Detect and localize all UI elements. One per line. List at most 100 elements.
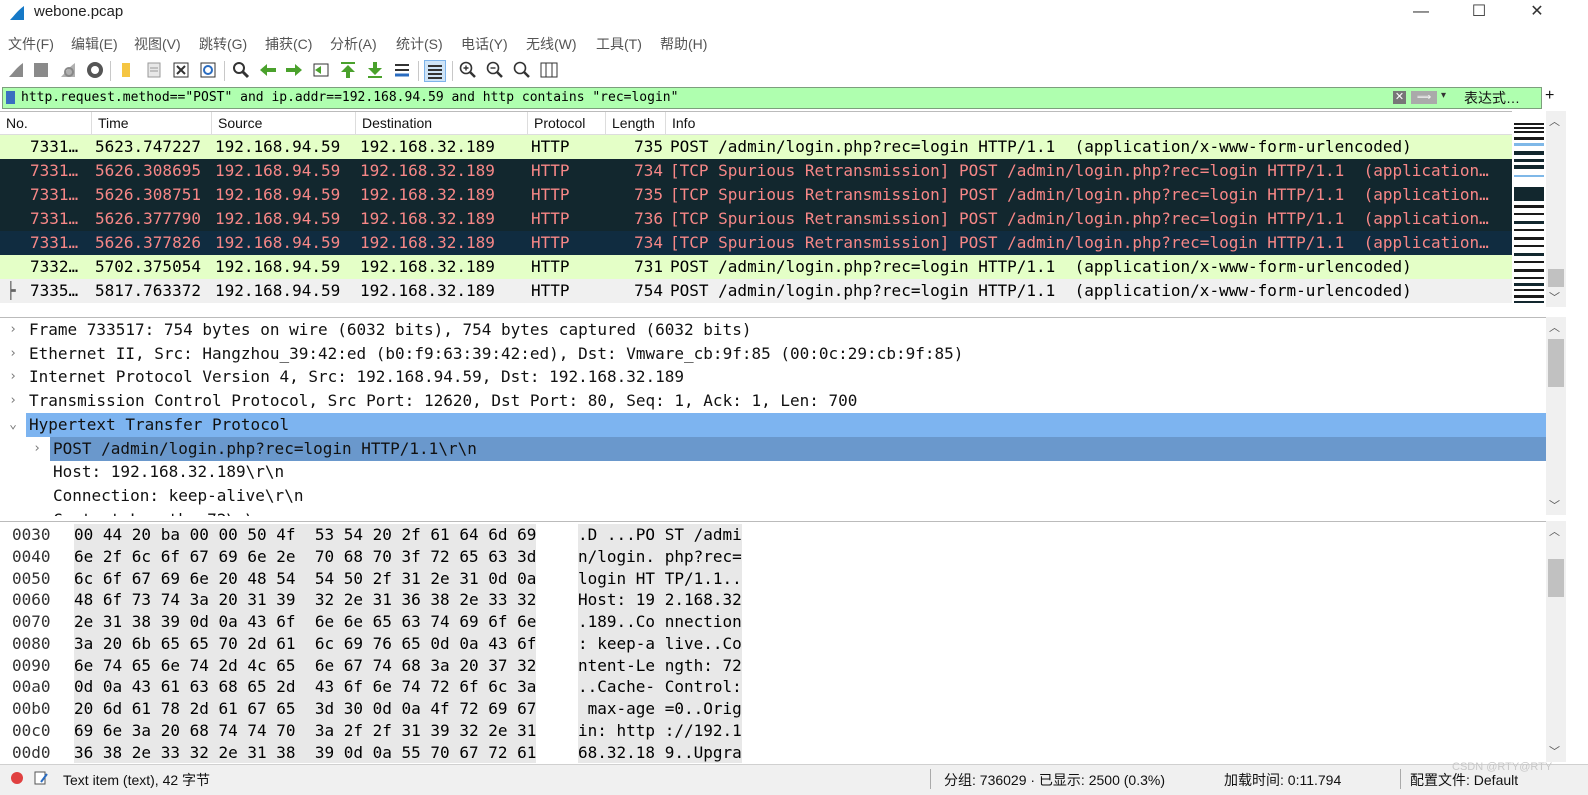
column-header-protocol[interactable]: Protocol: [528, 112, 606, 134]
column-header-length[interactable]: Length: [606, 112, 666, 134]
bytes-row[interactable]: 0030 00 44 20 ba 00 00 50 4f 53 54 20 2f …: [0, 524, 1546, 546]
menu-go[interactable]: 跳转(G): [199, 34, 247, 54]
scroll-up-icon[interactable]: ︿: [1549, 523, 1560, 539]
expand-chevron-right-icon[interactable]: ›: [30, 437, 44, 461]
filter-history-chevron-down-icon[interactable]: ▾: [1441, 90, 1446, 101]
scroll-up-icon[interactable]: ︿: [1549, 113, 1560, 129]
reload-file-icon[interactable]: [198, 60, 218, 80]
expand-chevron-right-icon[interactable]: ›: [30, 508, 44, 516]
bookmark-icon[interactable]: [6, 91, 15, 104]
find-packet-icon[interactable]: [231, 60, 251, 80]
save-file-icon[interactable]: [144, 60, 164, 80]
menu-tools[interactable]: 工具(T): [596, 34, 642, 54]
scrollbar-thumb[interactable]: [1548, 339, 1564, 387]
scroll-down-icon[interactable]: ﹀: [1549, 743, 1560, 759]
bytes-ascii[interactable]: n/login. php?rec=: [578, 545, 742, 568]
apply-filter-icon[interactable]: ⟹: [1411, 91, 1437, 104]
bytes-hex[interactable]: 00 44 20 ba 00 00 50 4f 53 54 20 2f 61 6…: [74, 524, 537, 546]
column-header-time[interactable]: Time: [92, 112, 212, 134]
menu-view[interactable]: 视图(V): [134, 34, 181, 54]
minimize-button[interactable]: —: [1392, 0, 1450, 26]
detail-tree-item[interactable]: › Frame 733517: 754 bytes on wire (6032 b…: [0, 318, 1546, 342]
menu-capture[interactable]: 捕获(C): [265, 34, 312, 54]
packet-row[interactable]: ┝ 7335… 5817.763372 192.168.94.59 192.168.32…: [0, 279, 1512, 303]
menu-edit[interactable]: 编辑(E): [71, 34, 118, 54]
bytes-ascii[interactable]: Host: 19 2.168.32: [578, 589, 742, 612]
details-scrollbar[interactable]: ︿ ﹀: [1546, 317, 1566, 515]
bytes-hex[interactable]: 6c 6f 67 69 6e 20 48 54 54 50 2f 31 2e 3…: [74, 567, 537, 590]
bytes-ascii[interactable]: 68.32.18 9..Upgra: [578, 741, 742, 763]
bytes-hex[interactable]: 6e 2f 6c 6f 67 69 6e 2e 70 68 70 3f 72 6…: [74, 545, 537, 568]
start-capture-icon[interactable]: [6, 60, 26, 80]
menu-statistics[interactable]: 统计(S): [396, 34, 443, 54]
bytes-hex[interactable]: 6e 74 65 6e 74 2d 4c 65 6e 67 74 68 3a 2…: [74, 654, 537, 677]
add-filter-button[interactable]: +: [1545, 87, 1554, 105]
detail-tree-item[interactable]: › Transmission Control Protocol, Src Port…: [0, 389, 1546, 413]
bytes-ascii[interactable]: .189..Co nnection: [578, 611, 742, 633]
go-first-icon[interactable]: [338, 60, 358, 80]
edit-comment-icon[interactable]: [33, 770, 49, 786]
bytes-row[interactable]: 0060 48 6f 73 74 3a 20 31 39 32 2e 31 36 …: [0, 589, 1546, 612]
menu-telephony[interactable]: 电话(Y): [461, 34, 508, 54]
zoom-in-icon[interactable]: [458, 60, 478, 80]
menu-help[interactable]: 帮助(H): [660, 34, 707, 54]
bytes-hex[interactable]: 48 6f 73 74 3a 20 31 39 32 2e 31 36 38 2…: [74, 589, 537, 612]
bytes-ascii[interactable]: in: http ://192.1: [578, 719, 742, 742]
bytes-hex[interactable]: 3a 20 6b 65 65 70 2d 61 6c 69 76 65 0d 0…: [74, 632, 537, 655]
colorize-icon[interactable]: [424, 60, 446, 82]
detail-tree-item[interactable]: › POST /admin/login.php?rec=login HTTP/1.…: [0, 436, 1546, 461]
packet-row[interactable]: 7331… 5623.747227 192.168.94.59 192.168.32.…: [0, 135, 1512, 159]
packet-row[interactable]: 7332… 5702.375054 192.168.94.59 192.168.32.…: [0, 255, 1512, 279]
bytes-scrollbar[interactable]: ︿ ﹀: [1546, 521, 1566, 762]
maximize-button[interactable]: ☐: [1450, 0, 1508, 26]
detail-tree-item[interactable]: Connection: keep-alive\r\n: [0, 484, 1546, 508]
packet-list-scrollbar[interactable]: ︿ ﹀: [1546, 111, 1566, 307]
go-back-icon[interactable]: [258, 60, 278, 80]
autoscroll-icon[interactable]: [392, 60, 412, 80]
column-header-no[interactable]: No.: [0, 112, 92, 134]
close-button[interactable]: ✕: [1508, 0, 1566, 26]
bytes-row[interactable]: 0040 6e 2f 6c 6f 67 69 6e 2e 70 68 70 3f …: [0, 545, 1546, 568]
expand-chevron-right-icon[interactable]: ›: [6, 389, 20, 413]
scrollbar-thumb[interactable]: [1548, 559, 1564, 597]
bytes-hex[interactable]: 0d 0a 43 61 63 68 65 2d 43 6f 6e 74 72 6…: [74, 676, 537, 699]
restart-capture-icon[interactable]: [58, 60, 78, 80]
scroll-up-icon[interactable]: ︿: [1549, 319, 1560, 335]
capture-options-icon[interactable]: [85, 60, 105, 80]
bytes-row[interactable]: 00c0 69 6e 3a 20 68 74 74 70 3a 2f 2f 31 …: [0, 719, 1546, 742]
close-file-icon[interactable]: [171, 60, 191, 80]
bytes-row[interactable]: 0090 6e 74 65 6e 74 2d 4c 65 6e 67 74 68 …: [0, 654, 1546, 677]
bytes-ascii[interactable]: ..Cache- Control:: [578, 676, 742, 699]
menu-wireless[interactable]: 无线(W): [526, 34, 577, 54]
packet-row[interactable]: 7331… 5626.377790 192.168.94.59 192.168.32.…: [0, 207, 1512, 231]
column-header-source[interactable]: Source: [212, 112, 356, 134]
bytes-hex[interactable]: 20 6d 61 78 2d 61 67 65 3d 30 0d 0a 4f 7…: [74, 698, 537, 720]
expand-chevron-right-icon[interactable]: ›: [6, 365, 20, 389]
bytes-ascii[interactable]: : keep-a live..Co: [578, 632, 742, 655]
menu-analyze[interactable]: 分析(A): [330, 34, 377, 54]
expand-chevron-down-icon[interactable]: ⌄: [6, 413, 20, 437]
bytes-row[interactable]: 00a0 0d 0a 43 61 63 68 65 2d 43 6f 6e 74 …: [0, 676, 1546, 699]
status-profile[interactable]: 配置文件: Default: [1410, 770, 1518, 790]
scroll-down-icon[interactable]: ﹀: [1549, 497, 1560, 513]
bytes-ascii[interactable]: .D ...PO ST /admi: [578, 524, 742, 546]
bytes-row[interactable]: 0050 6c 6f 67 69 6e 20 48 54 54 50 2f 31 …: [0, 567, 1546, 590]
bytes-row[interactable]: 00b0 20 6d 61 78 2d 61 67 65 3d 30 0d 0a …: [0, 698, 1546, 720]
zoom-out-icon[interactable]: [485, 60, 505, 80]
packet-row[interactable]: 7331… 5626.308695 192.168.94.59 192.168.32.…: [0, 159, 1512, 183]
bytes-hex[interactable]: 36 38 2e 33 32 2e 31 38 39 0d 0a 55 70 6…: [74, 741, 537, 763]
detail-tree-item[interactable]: › Internet Protocol Version 4, Src: 192.1…: [0, 365, 1546, 389]
expert-info-error-icon[interactable]: [10, 771, 24, 785]
bytes-row[interactable]: 0070 2e 31 38 39 0d 0a 43 6f 6e 6e 65 63 …: [0, 611, 1546, 633]
open-file-icon[interactable]: [117, 60, 137, 80]
expand-chevron-right-icon[interactable]: ›: [6, 318, 20, 342]
packet-list-minimap[interactable]: [1514, 113, 1544, 307]
bytes-ascii[interactable]: ntent-Le ngth: 72: [578, 654, 742, 677]
go-to-packet-icon[interactable]: [311, 60, 331, 80]
clear-filter-icon[interactable]: ✕: [1393, 91, 1406, 104]
go-forward-icon[interactable]: [284, 60, 304, 80]
go-last-icon[interactable]: [365, 60, 385, 80]
bytes-hex[interactable]: 2e 31 38 39 0d 0a 43 6f 6e 6e 65 63 74 6…: [74, 611, 537, 633]
expand-chevron-right-icon[interactable]: ›: [6, 342, 20, 366]
bytes-hex[interactable]: 69 6e 3a 20 68 74 74 70 3a 2f 2f 31 39 3…: [74, 719, 537, 742]
